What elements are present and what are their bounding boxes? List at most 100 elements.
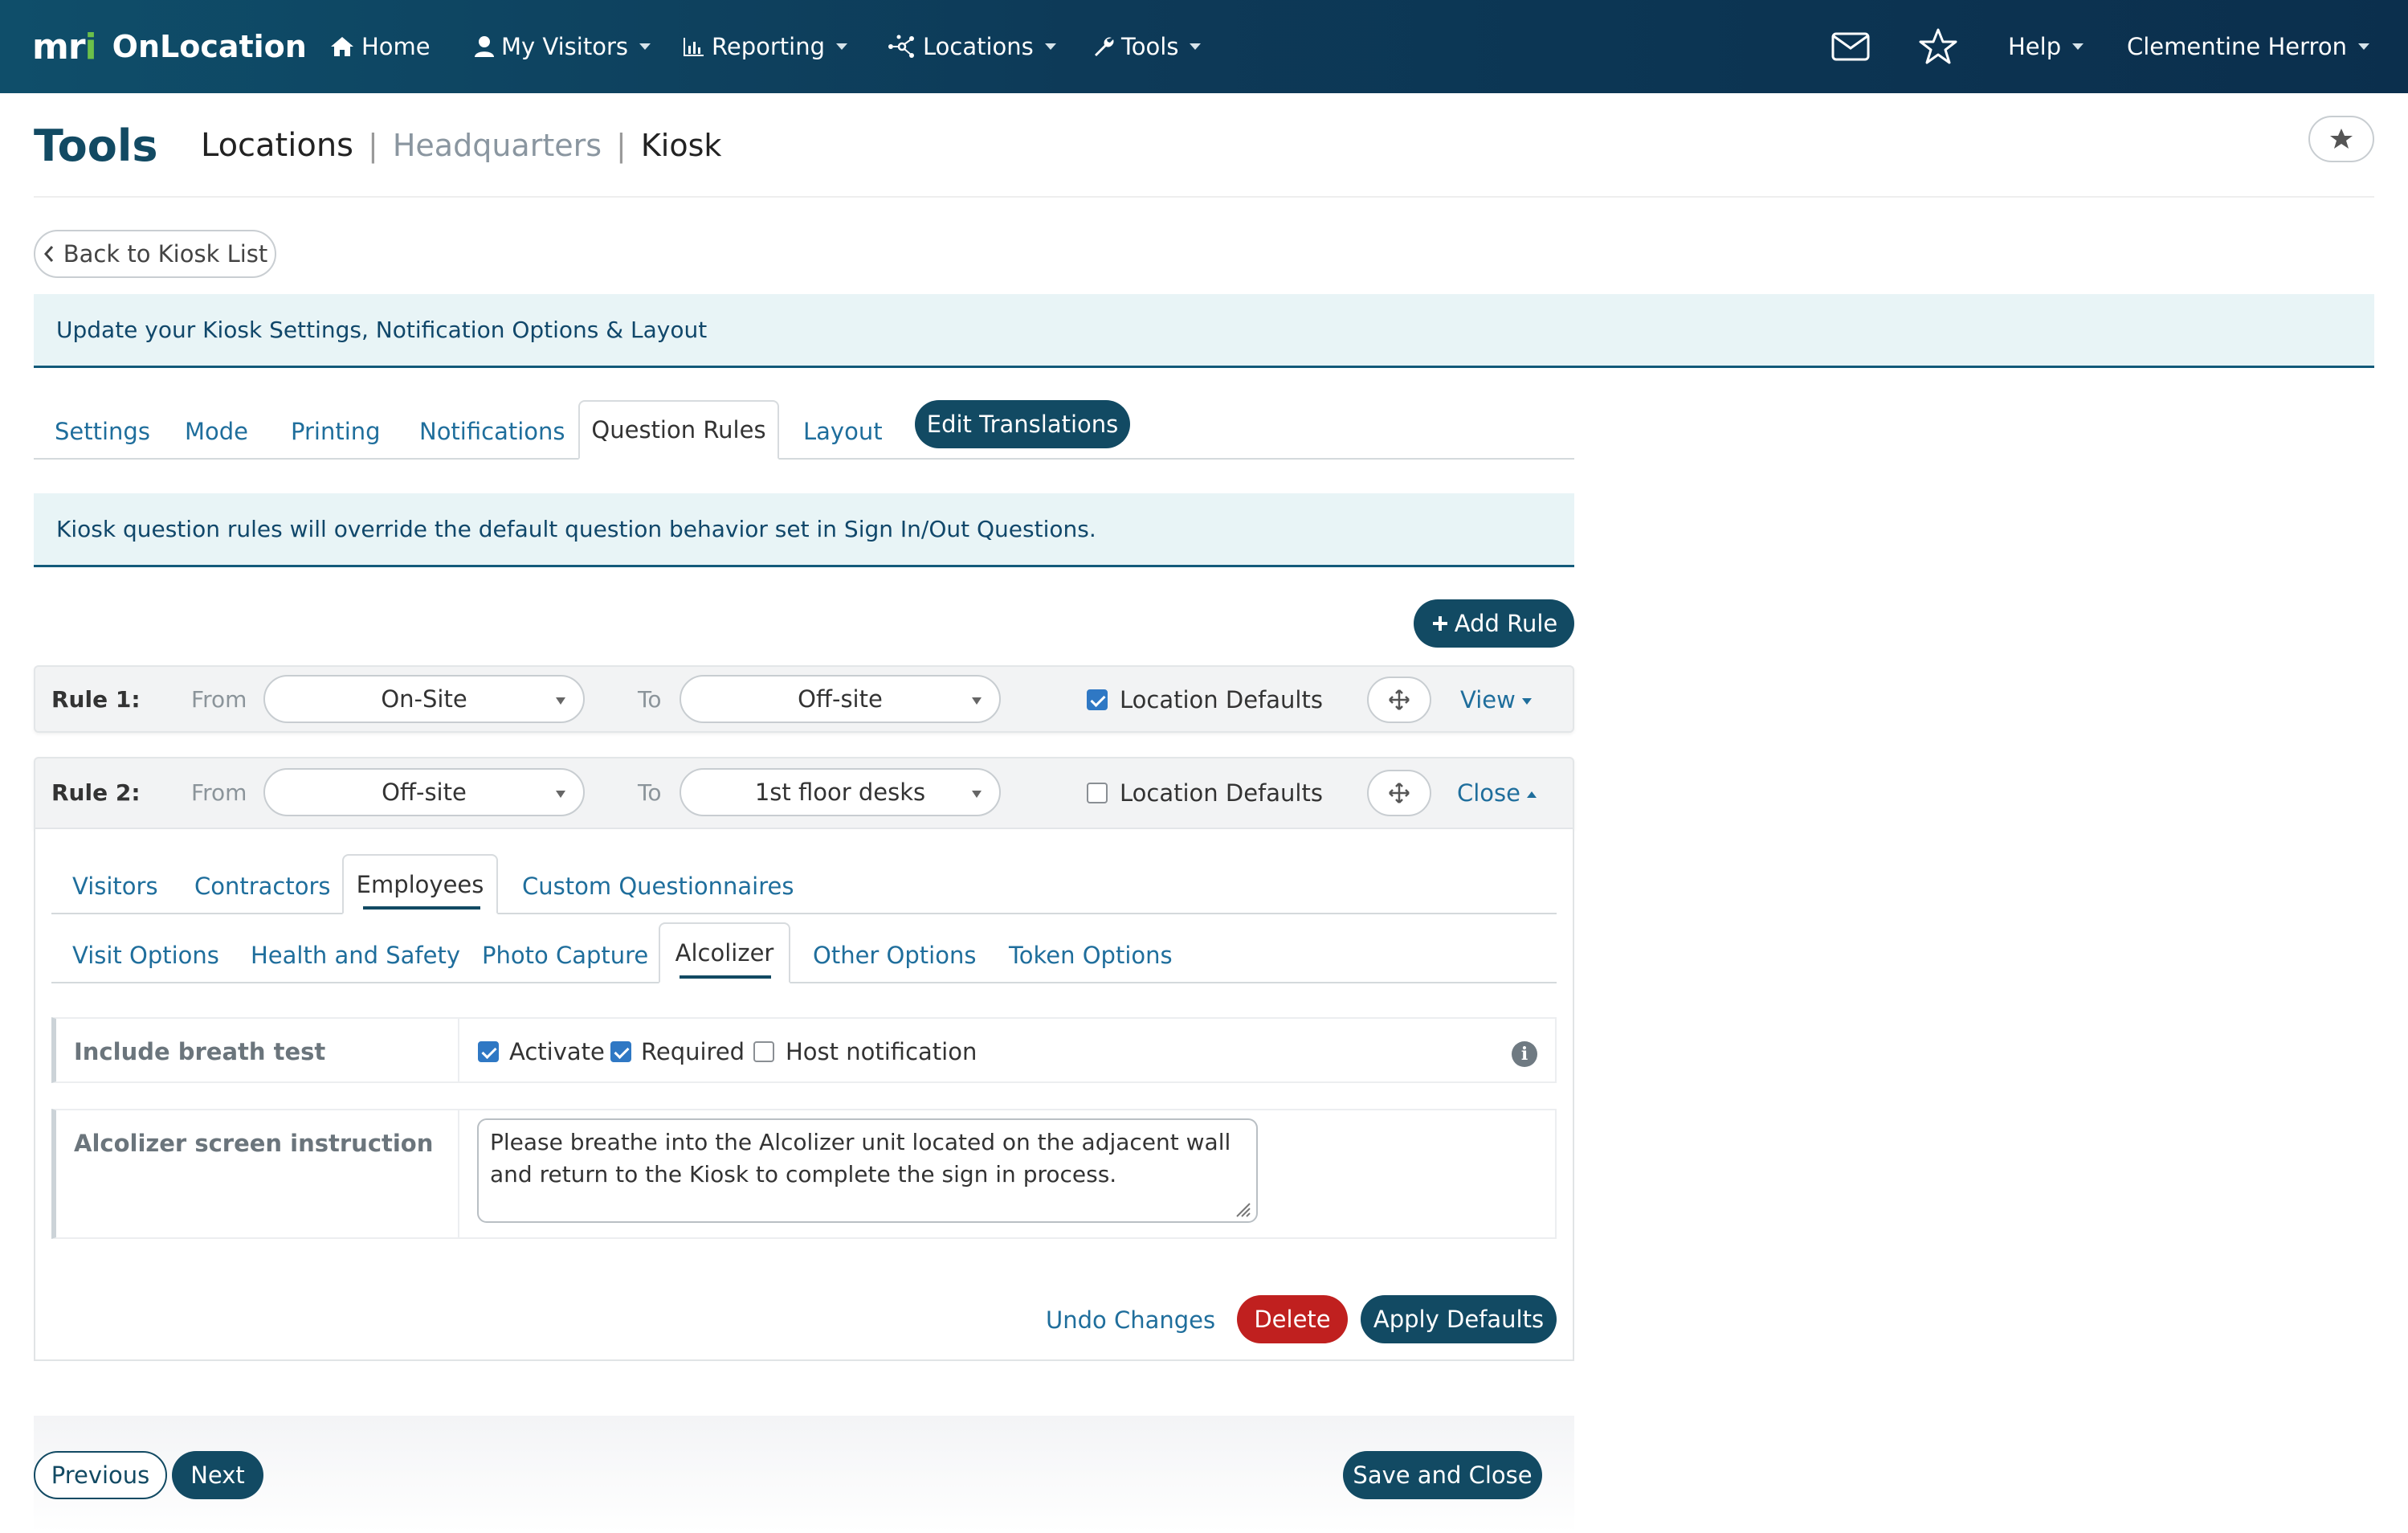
rule-2-close-label: Close xyxy=(1457,779,1520,807)
rule-1-location-defaults-label: Location Defaults xyxy=(1120,686,1323,713)
rule-1-to-select[interactable]: Off-site xyxy=(680,675,1001,723)
breadcrumb-headquarters[interactable]: Headquarters xyxy=(393,128,602,163)
rule-1-from-select[interactable]: On-Site xyxy=(263,675,585,723)
messages-button[interactable] xyxy=(1831,32,1870,64)
rule-1-from-label: From xyxy=(191,686,247,713)
breadcrumb-separator: | xyxy=(616,128,626,163)
edit-translations-button[interactable]: Edit Translations xyxy=(915,400,1130,448)
undo-changes-link[interactable]: Undo Changes xyxy=(1046,1306,1215,1334)
rule-1-location-defaults-checkbox[interactable] xyxy=(1087,689,1108,710)
favorite-page-button[interactable] xyxy=(2308,116,2374,162)
next-button[interactable]: Next xyxy=(172,1451,263,1499)
tab-token-options[interactable]: Token Options xyxy=(1009,942,1173,969)
host-notification-label: Host notification xyxy=(786,1038,977,1065)
rule-1-view-toggle[interactable]: View xyxy=(1460,686,1532,713)
info-icon[interactable]: i xyxy=(1512,1041,1537,1067)
caret-up-icon xyxy=(1527,791,1537,798)
tab-employees-underline xyxy=(363,906,480,910)
back-to-kiosk-list-button[interactable]: Back to Kiosk List xyxy=(34,230,276,278)
rule-2-from-label: From xyxy=(191,779,247,806)
host-notification-checkbox[interactable] xyxy=(753,1041,774,1062)
envelope-icon xyxy=(1831,32,1870,61)
chevron-down-icon xyxy=(639,43,651,50)
info-banner: Update your Kiosk Settings, Notification… xyxy=(34,294,2374,368)
add-rule-button[interactable]: Add Rule xyxy=(1414,599,1574,648)
caret-down-icon xyxy=(972,697,982,705)
move-arrows-icon xyxy=(1389,783,1410,803)
brand-logo[interactable]: mri OnLocation xyxy=(32,24,307,69)
tabs-baseline xyxy=(34,458,1574,460)
tab-printing[interactable]: Printing xyxy=(291,418,381,445)
save-and-close-button[interactable]: Save and Close xyxy=(1343,1451,1542,1499)
tab-settings[interactable]: Settings xyxy=(55,418,150,445)
nav-user-menu[interactable]: Clementine Herron xyxy=(2127,0,2369,93)
chevron-down-icon xyxy=(1190,43,1202,50)
tab-health-and-safety[interactable]: Health and Safety xyxy=(251,942,460,969)
nav-my-visitors[interactable]: My Visitors xyxy=(474,0,651,93)
resize-handle-icon[interactable] xyxy=(1232,1199,1251,1218)
tab-notifications[interactable]: Notifications xyxy=(419,418,565,445)
rule-1-from-value: On-Site xyxy=(381,685,467,713)
rule-2-drag-handle[interactable] xyxy=(1367,770,1431,816)
row-divider xyxy=(458,1110,459,1237)
tab-layout[interactable]: Layout xyxy=(803,418,883,445)
breadcrumb: Locations | Headquarters | Kiosk xyxy=(201,127,721,164)
instruction-label: Alcolizer screen instruction xyxy=(74,1130,434,1157)
tab-visit-options[interactable]: Visit Options xyxy=(72,942,219,969)
apply-defaults-button[interactable]: Apply Defaults xyxy=(1361,1295,1557,1343)
page-title: Tools xyxy=(34,121,158,171)
user-name: Clementine Herron xyxy=(2127,33,2347,60)
rules-info-banner: Kiosk question rules will override the d… xyxy=(34,493,1574,567)
nav-home-label: Home xyxy=(361,33,431,60)
caret-down-icon xyxy=(556,791,565,798)
user-icon xyxy=(475,36,494,57)
favorites-button[interactable] xyxy=(1918,27,1958,69)
tab-employees[interactable]: Employees xyxy=(342,854,498,914)
nav-home[interactable]: Home xyxy=(329,0,431,93)
activate-label: Activate xyxy=(509,1038,605,1065)
star-outline-icon xyxy=(1919,28,1957,64)
nav-help[interactable]: Help xyxy=(2008,0,2084,93)
mri-logo: mri xyxy=(32,26,97,67)
tab-contractors[interactable]: Contractors xyxy=(194,873,331,900)
chevron-down-icon xyxy=(835,43,847,50)
back-button-label: Back to Kiosk List xyxy=(63,240,268,268)
plus-icon xyxy=(1432,616,1447,631)
required-checkbox[interactable] xyxy=(610,1041,631,1062)
rule-2-panel xyxy=(34,829,1574,1361)
nav-tools[interactable]: Tools xyxy=(1092,0,1202,93)
nav-locations-label: Locations xyxy=(923,33,1034,60)
chevron-left-icon xyxy=(43,246,53,262)
nav-reporting[interactable]: Reporting xyxy=(683,0,847,93)
rule-2-close-toggle[interactable]: Close xyxy=(1457,779,1537,807)
activate-checkbox[interactable] xyxy=(478,1041,499,1062)
rule-2-location-defaults-checkbox[interactable] xyxy=(1087,783,1108,803)
breadcrumb-separator: | xyxy=(368,128,378,163)
star-icon xyxy=(2330,129,2353,149)
required-label: Required xyxy=(641,1038,745,1065)
tab-photo-capture[interactable]: Photo Capture xyxy=(482,942,648,969)
tab-question-rules[interactable]: Question Rules xyxy=(578,400,779,460)
caret-down-icon xyxy=(972,791,982,798)
breadcrumb-kiosk: Kiosk xyxy=(640,128,722,163)
row-divider xyxy=(458,1019,459,1081)
rule-2-to-label: To xyxy=(638,779,662,806)
tab-visitors[interactable]: Visitors xyxy=(72,873,158,900)
tab-mode[interactable]: Mode xyxy=(185,418,248,445)
previous-button[interactable]: Previous xyxy=(34,1451,167,1499)
tab-alcolizer[interactable]: Alcolizer xyxy=(659,922,790,983)
rule-1-drag-handle[interactable] xyxy=(1367,677,1431,723)
rule-1-to-value: Off-site xyxy=(798,685,883,713)
instruction-textarea[interactable]: Please breathe into the Alcolizer unit l… xyxy=(477,1118,1258,1223)
nav-my-visitors-label: My Visitors xyxy=(501,33,628,60)
rule-2-from-select[interactable]: Off-site xyxy=(263,768,585,816)
tab-other-options[interactable]: Other Options xyxy=(813,942,976,969)
tab-custom-questionnaires[interactable]: Custom Questionnaires xyxy=(522,873,794,900)
nav-locations[interactable]: Locations xyxy=(888,0,1056,93)
rule-2-to-select[interactable]: 1st floor desks xyxy=(680,768,1001,816)
people-tabs-baseline xyxy=(51,913,1557,914)
breadcrumb-locations[interactable]: Locations xyxy=(201,127,353,164)
nav-reporting-label: Reporting xyxy=(712,33,825,60)
delete-rule-button[interactable]: Delete xyxy=(1237,1295,1348,1343)
chevron-down-icon xyxy=(2357,43,2369,50)
